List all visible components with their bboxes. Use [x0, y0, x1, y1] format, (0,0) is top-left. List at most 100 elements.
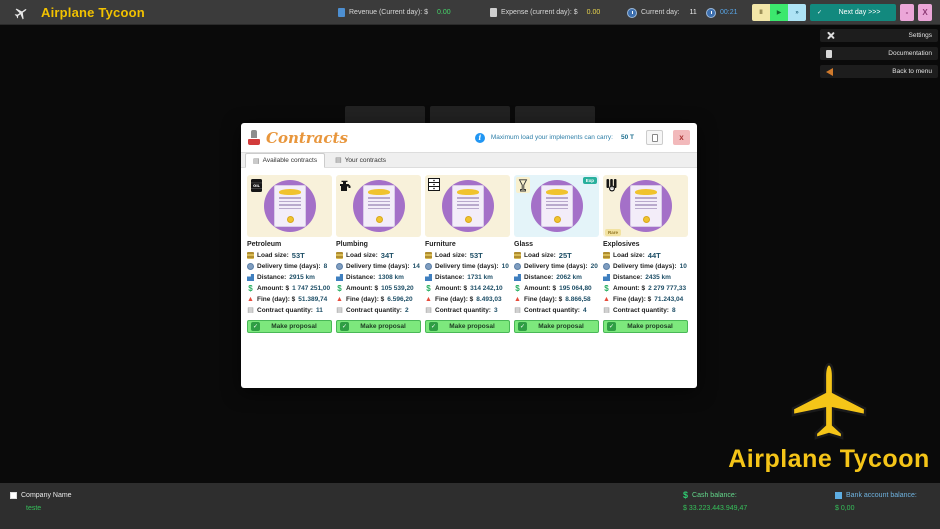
contract-image: Exp — [514, 175, 599, 237]
warning-icon: ▲ — [514, 296, 521, 303]
next-day-button[interactable]: ✓ Next day >>> — [810, 4, 896, 21]
dynamite-icon — [606, 179, 617, 192]
stat-load: Load size: 34T — [336, 250, 421, 261]
tab-your-contracts[interactable]: ▤ Your contracts — [327, 153, 394, 167]
delivery-clock-icon — [603, 263, 610, 270]
fine-value: 8.493,03 — [476, 296, 502, 303]
make-proposal-button[interactable]: ✓ Make proposal — [425, 320, 510, 333]
warning-icon: ▲ — [603, 296, 610, 303]
tab-your-label: Your contracts — [344, 156, 386, 164]
stat-fine: ▲ Fine (day): $ 8.866,58 — [514, 294, 599, 305]
modal-close-button[interactable]: x — [673, 130, 690, 145]
stat-fine: ▲ Fine (day): $ 8.493,03 — [425, 294, 510, 305]
make-proposal-button[interactable]: ✓ Make proposal — [247, 320, 332, 333]
settings-button[interactable]: Settings — [820, 29, 938, 42]
dollar-icon: $ — [337, 284, 342, 293]
check-icon: ✓ — [429, 322, 438, 331]
airplane-logo-icon — [791, 363, 867, 440]
expense-label: Expense (current day): $ — [501, 9, 578, 16]
make-proposal-button[interactable]: ✓ Make proposal — [514, 320, 599, 333]
furniture-icon — [428, 178, 440, 191]
modal-title: Contracts — [266, 128, 348, 147]
delivery-clock-icon — [247, 263, 254, 270]
modal-tabs: ▤ Available contracts ▤ Your contracts — [241, 152, 697, 168]
back-to-menu-button[interactable]: Back to menu — [820, 65, 938, 78]
cargo-type-icon — [605, 177, 619, 193]
bottombar: Company Name teste $ Cash balance: $ 33.… — [0, 483, 940, 529]
delivery-label: Delivery time (days): — [257, 263, 321, 270]
quantity-doc-icon: ▤ — [514, 307, 521, 314]
pause-button[interactable]: II — [752, 4, 770, 21]
load-label: Load size: — [435, 252, 467, 259]
contract-name: Glass — [514, 241, 534, 248]
truck-icon — [336, 274, 343, 281]
company-icon — [10, 491, 17, 499]
make-proposal-button[interactable]: ✓ Make proposal — [336, 320, 421, 333]
quantity-value: 11 — [315, 307, 323, 314]
delivery-value: 10 — [501, 263, 509, 270]
contract-card: OIL Petroleum Load size: 53T Delivery ti… — [247, 175, 332, 333]
delivery-value: 8 — [323, 263, 328, 270]
contract-card: Furniture Load size: 53T Delivery time (… — [425, 175, 510, 333]
stat-load: Load size: 25T — [514, 250, 599, 261]
quantity-doc-icon: ▤ — [425, 307, 432, 314]
stat-distance: Distance: 1308 km — [336, 272, 421, 283]
contract-name: Furniture — [425, 241, 456, 248]
max-load-label: Maximum load your implements can carry: — [490, 134, 613, 141]
certificate-icon — [362, 185, 395, 227]
company-label: Company Name — [21, 491, 72, 499]
fine-label: Fine (day): $ — [435, 296, 474, 303]
distance-label: Distance: — [524, 274, 554, 281]
revenue-label: Revenue (Current day): $ — [349, 9, 428, 16]
current-day-value: 11 — [689, 9, 697, 16]
cash-balance-value: $ 33.223.443.949,47 — [683, 505, 748, 512]
app-title: Airplane Tycoon — [41, 5, 145, 20]
minimize-button[interactable]: - — [900, 4, 914, 21]
warning-icon: ▲ — [425, 296, 432, 303]
stat-quantity: ▤ Contract quantity: 4 — [514, 305, 599, 316]
list-icon: ▤ — [335, 157, 342, 164]
close-window-button[interactable]: X — [918, 4, 932, 21]
clock-icon — [706, 7, 716, 18]
make-proposal-button[interactable]: ✓ Make proposal — [603, 320, 688, 333]
delivery-label: Delivery time (days): — [524, 263, 588, 270]
fine-label: Fine (day): $ — [257, 296, 296, 303]
stat-delivery: Delivery time (days): 20 — [514, 261, 599, 272]
truck-icon — [514, 274, 521, 281]
day-icon — [627, 7, 637, 18]
current-day-label: Current day: — [641, 9, 680, 16]
tab-available-contracts[interactable]: ▤ Available contracts — [245, 153, 326, 168]
contract-image — [336, 175, 421, 237]
fine-label: Fine (day): $ — [524, 296, 563, 303]
stat-amount: $ Amount: $ 105 539,20 — [336, 283, 421, 294]
contracts-doc-button[interactable] — [646, 130, 663, 145]
card-badge: Rare — [605, 228, 622, 236]
make-proposal-label: Make proposal — [449, 323, 495, 330]
documentation-button[interactable]: Documentation — [820, 47, 938, 60]
contract-seal-circle — [441, 180, 494, 232]
revenue-indicator: Revenue (Current day): $ 0.00 — [338, 0, 451, 25]
cargo-type-icon — [516, 177, 530, 193]
fine-value: 6.596,20 — [387, 296, 413, 303]
fast-forward-button[interactable]: » — [788, 4, 806, 21]
stat-delivery: Delivery time (days): 10 — [425, 261, 510, 272]
quantity-value: 8 — [671, 307, 676, 314]
stat-load: Load size: 53T — [425, 250, 510, 261]
contract-seal-circle — [619, 180, 672, 232]
documentation-label: Documentation — [888, 50, 932, 57]
amount-value: 195 064,80 — [559, 285, 592, 292]
game-logo-title: Airplane Tycoon — [728, 445, 930, 473]
play-button[interactable]: ▶ — [770, 4, 788, 21]
load-label: Load size: — [524, 252, 556, 259]
make-proposal-label: Make proposal — [360, 323, 406, 330]
stat-delivery: Delivery time (days): 10 — [603, 261, 688, 272]
side-menu: Settings Documentation Back to menu — [820, 29, 938, 78]
stat-distance: Distance: 2062 km — [514, 272, 599, 283]
cargo-type-icon — [427, 177, 441, 193]
load-value: 34T — [380, 251, 394, 260]
check-icon: ✓ — [607, 322, 616, 331]
contracts-modal: Contracts i Maximum load your implements… — [241, 123, 697, 388]
quantity-label: Contract quantity: — [524, 307, 580, 314]
delivery-value: 14 — [412, 263, 420, 270]
certificate-icon — [273, 185, 306, 227]
